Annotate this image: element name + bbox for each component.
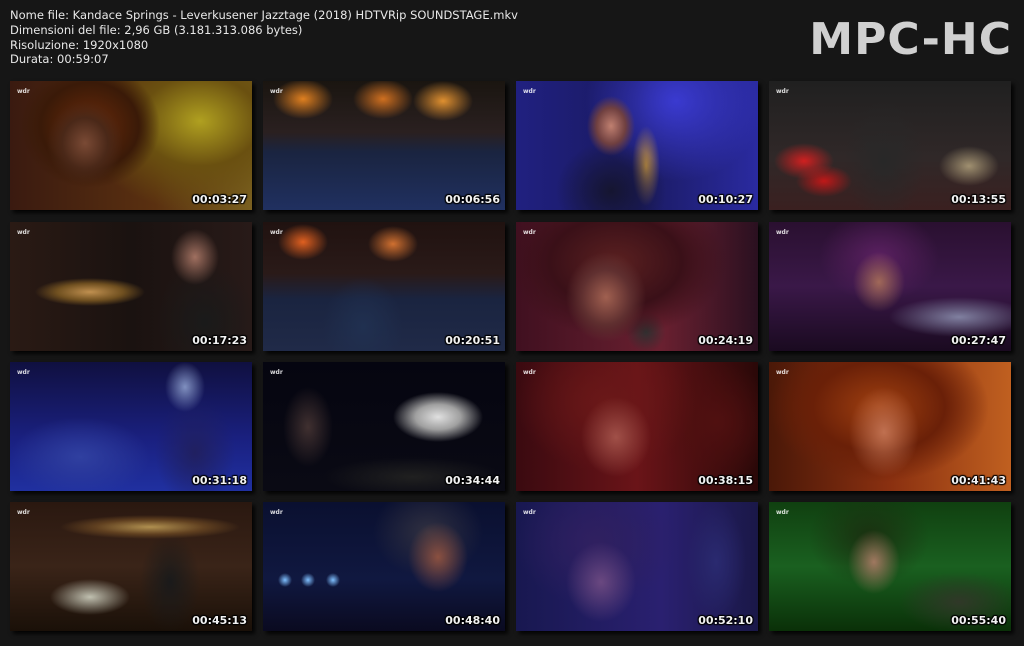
- channel-logo: wdr: [776, 229, 789, 236]
- thumbnail-grid: wdr 00:03:27 wdr 00:06:56 wdr 00:10:27 w…: [10, 81, 1020, 641]
- video-frame: [516, 81, 758, 210]
- thumbnail: wdr 00:10:27: [516, 81, 758, 210]
- channel-logo: wdr: [523, 229, 536, 236]
- thumbnail: wdr 00:45:13: [10, 502, 252, 631]
- mpc-hc-logo: MPC-HC: [809, 14, 1012, 65]
- timestamp: 00:31:18: [192, 474, 247, 487]
- timestamp: 00:38:15: [698, 474, 753, 487]
- thumbnail: wdr 00:55:40: [769, 502, 1011, 631]
- video-frame: [769, 362, 1011, 491]
- video-frame: [263, 362, 505, 491]
- thumbnail: wdr 00:03:27: [10, 81, 252, 210]
- channel-logo: wdr: [17, 229, 30, 236]
- channel-logo: wdr: [17, 369, 30, 376]
- video-frame: [263, 222, 505, 351]
- file-name-line: Nome file: Kandace Springs - Leverkusene…: [10, 8, 518, 22]
- video-frame: [769, 81, 1011, 210]
- channel-logo: wdr: [776, 369, 789, 376]
- file-size-line: Dimensioni del file: 2,96 GB (3.181.313.…: [10, 22, 303, 37]
- timestamp: 00:52:10: [698, 614, 753, 627]
- thumbnail: wdr 00:38:15: [516, 362, 758, 491]
- timestamp: 00:03:27: [192, 193, 247, 206]
- duration-line: Durata: 00:59:07: [10, 52, 109, 67]
- channel-logo: wdr: [776, 509, 789, 516]
- resolution-line: Risoluzione: 1920x1080: [10, 37, 149, 52]
- thumbnail: wdr 00:06:56: [263, 81, 505, 210]
- timestamp: 00:10:27: [698, 193, 753, 206]
- channel-logo: wdr: [17, 88, 30, 95]
- thumbnail: wdr 00:52:10: [516, 502, 758, 631]
- channel-logo: wdr: [17, 509, 30, 516]
- video-frame: [10, 222, 252, 351]
- video-frame: [516, 502, 758, 631]
- timestamp: 00:34:44: [445, 474, 500, 487]
- channel-logo: wdr: [523, 369, 536, 376]
- video-frame: [10, 502, 252, 631]
- file-info-panel: Nome file: Kandace Springs - Leverkusene…: [10, 8, 518, 67]
- thumbnail: wdr 00:34:44: [263, 362, 505, 491]
- timestamp: 00:06:56: [445, 193, 500, 206]
- video-frame: [263, 502, 505, 631]
- video-frame: [516, 362, 758, 491]
- timestamp: 00:20:51: [445, 334, 500, 347]
- thumbnail: wdr 00:13:55: [769, 81, 1011, 210]
- channel-logo: wdr: [523, 509, 536, 516]
- thumbnail: wdr 00:31:18: [10, 362, 252, 491]
- thumbnail: wdr 00:24:19: [516, 222, 758, 351]
- channel-logo: wdr: [523, 88, 536, 95]
- thumbnail: wdr 00:20:51: [263, 222, 505, 351]
- timestamp: 00:17:23: [192, 334, 247, 347]
- video-frame: [769, 222, 1011, 351]
- timestamp: 00:27:47: [951, 334, 1006, 347]
- channel-logo: wdr: [270, 229, 283, 236]
- channel-logo: wdr: [270, 509, 283, 516]
- timestamp: 00:48:40: [445, 614, 500, 627]
- thumbnail: wdr 00:41:43: [769, 362, 1011, 491]
- channel-logo: wdr: [776, 88, 789, 95]
- timestamp: 00:13:55: [951, 193, 1006, 206]
- timestamp: 00:45:13: [192, 614, 247, 627]
- timestamp: 00:55:40: [951, 614, 1006, 627]
- video-frame: [263, 81, 505, 210]
- thumbnail: wdr 00:17:23: [10, 222, 252, 351]
- timestamp: 00:24:19: [698, 334, 753, 347]
- video-frame: [516, 222, 758, 351]
- video-frame: [10, 81, 252, 210]
- thumbnail: wdr 00:27:47: [769, 222, 1011, 351]
- channel-logo: wdr: [270, 369, 283, 376]
- video-frame: [10, 362, 252, 491]
- video-frame: [769, 502, 1011, 631]
- channel-logo: wdr: [270, 88, 283, 95]
- timestamp: 00:41:43: [951, 474, 1006, 487]
- thumbnail: wdr 00:48:40: [263, 502, 505, 631]
